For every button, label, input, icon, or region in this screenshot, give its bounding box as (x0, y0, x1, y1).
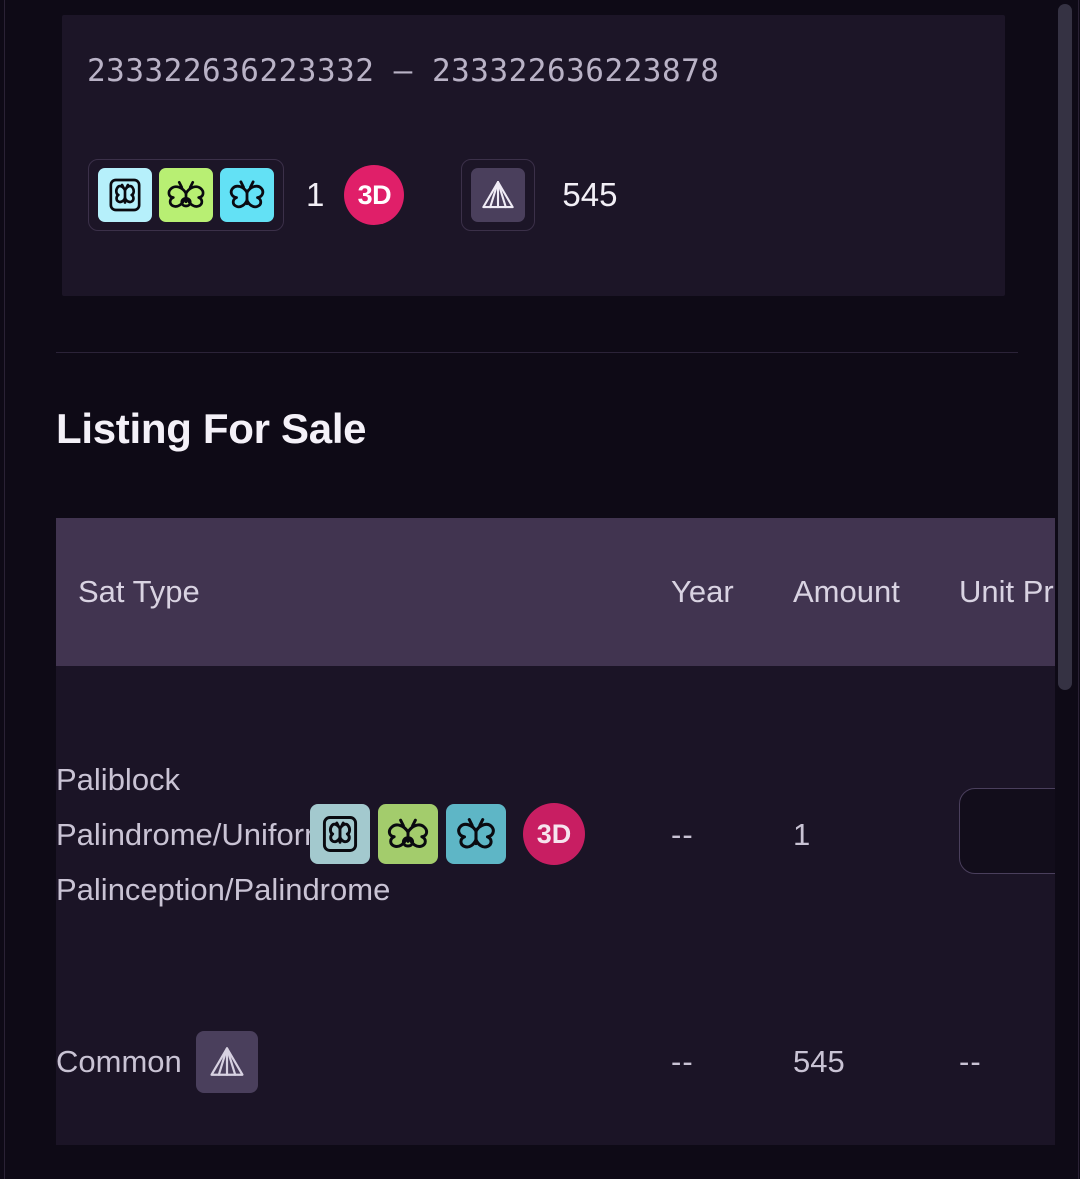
page-viewport: 233322636223332 – 233322636223878 1 3D 5… (5, 0, 1055, 1179)
butterfly-icon[interactable] (220, 168, 274, 222)
sat-type-label: Common (56, 1043, 182, 1079)
column-header-year[interactable]: Year (671, 518, 793, 666)
unit-price-pill[interactable] (959, 787, 1055, 874)
row-attribute-icons: 3D (310, 803, 585, 866)
sat-range-separator: – (393, 53, 413, 89)
cell-unit-price (959, 666, 1055, 1003)
pyramid-icon[interactable] (195, 1030, 258, 1093)
listing-table: Sat Type Year Amount Unit Price Palibloc… (56, 518, 1055, 1120)
cell-sat-type: Paliblock Palindrome/Uniform Palinceptio… (56, 666, 671, 1003)
butterfly-icon[interactable] (446, 804, 506, 865)
butterfly-wide-icon[interactable] (378, 804, 438, 865)
column-header-amount[interactable]: Amount (793, 518, 959, 666)
table-header-row: Sat Type Year Amount Unit Price (56, 518, 1055, 666)
table-row[interactable]: Paliblock Palindrome/Uniform Palinceptio… (56, 666, 1055, 1003)
cell-sat-type: Common (56, 1003, 671, 1120)
rarity-icon-group[interactable] (461, 159, 536, 231)
pyramid-icon[interactable] (471, 168, 526, 222)
sat-range-start: 233322636223332 (87, 53, 375, 89)
page-right-border (1078, 0, 1079, 1179)
butterfly-boxed-icon[interactable] (98, 168, 152, 222)
listing-table-container: Sat Type Year Amount Unit Price Palibloc… (56, 518, 1055, 1145)
sat-range-end: 233322636223878 (431, 53, 720, 89)
table-row[interactable]: Common -- 545 -- (56, 1003, 1055, 1120)
section-divider (56, 352, 1018, 353)
butterfly-boxed-icon[interactable] (310, 804, 370, 865)
rarity-count: 545 (562, 176, 618, 213)
vertical-scrollbar-thumb[interactable] (1058, 4, 1072, 690)
cell-unit-price: -- (959, 1043, 982, 1079)
sat-range-card: 233322636223332 – 233322636223878 1 3D 5… (62, 15, 1005, 296)
column-header-unit-price[interactable]: Unit Price (959, 518, 1055, 666)
butterfly-wide-icon[interactable] (159, 168, 213, 222)
cell-amount: 545 (793, 1043, 845, 1079)
sat-type-label: Paliblock Palindrome/Uniform Palinceptio… (56, 761, 391, 908)
three-d-badge[interactable]: 3D (523, 803, 585, 866)
cell-amount: 1 (793, 816, 811, 852)
page-title: Listing For Sale (56, 405, 367, 452)
cell-year: -- (671, 1043, 694, 1079)
table-body: Paliblock Palindrome/Uniform Palinceptio… (56, 666, 1055, 1120)
column-header-sat-type[interactable]: Sat Type (56, 518, 671, 666)
three-d-badge[interactable]: 3D (344, 165, 405, 225)
cell-year: -- (671, 816, 694, 852)
sat-attributes-row: 1 3D 545 (88, 155, 617, 235)
table-header: Sat Type Year Amount Unit Price (56, 518, 1055, 666)
sat-attribute-icon-group[interactable] (88, 159, 284, 231)
attribute-count: 1 (306, 176, 325, 213)
sat-range-text: 233322636223332 – 233322636223878 (87, 53, 719, 89)
